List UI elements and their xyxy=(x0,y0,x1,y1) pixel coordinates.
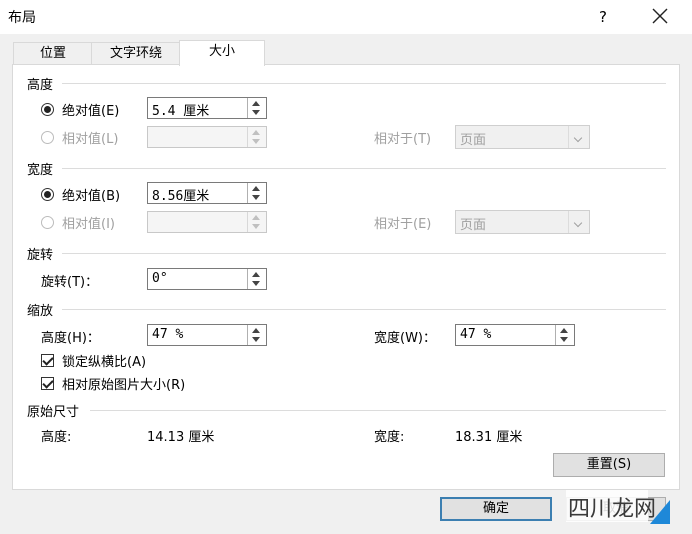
width-absolute-radio[interactable] xyxy=(41,188,54,201)
ok-button[interactable]: 确定 xyxy=(440,497,552,521)
height-relative-spinner[interactable] xyxy=(247,127,266,147)
divider xyxy=(62,83,666,84)
title-bar xyxy=(0,0,692,34)
tab-text-wrapping[interactable]: 文字环绕 xyxy=(91,42,181,65)
scale-section-title: 缩放 xyxy=(27,304,54,319)
height-absolute-input[interactable]: 5.4 厘米 xyxy=(147,97,267,119)
original-width-value: 18.31 厘米 xyxy=(455,430,523,445)
width-relative-radio[interactable] xyxy=(41,216,54,229)
width-relative-to-value: 页面 xyxy=(460,218,487,233)
divider xyxy=(62,253,666,254)
width-relative-spinner[interactable] xyxy=(247,212,266,232)
scale-width-input[interactable]: 47 % xyxy=(455,324,575,346)
dialog-title: 布局 xyxy=(8,10,36,26)
watermark-logo: 四川龙网 xyxy=(566,488,670,524)
down-arrow-icon[interactable] xyxy=(252,337,260,342)
reset-button[interactable]: 重置(S) xyxy=(553,453,665,477)
chevron-down-icon[interactable] xyxy=(568,211,589,233)
down-arrow-icon[interactable] xyxy=(252,139,260,144)
rotation-label: 旋转(T)： xyxy=(41,275,99,290)
up-arrow-icon[interactable] xyxy=(252,130,260,135)
width-relative-input[interactable] xyxy=(147,211,267,233)
width-absolute-value: 8.56厘米 xyxy=(152,189,210,204)
down-arrow-icon[interactable] xyxy=(252,281,260,286)
scale-width-value: 47 % xyxy=(460,327,492,342)
height-section-title: 高度 xyxy=(27,78,54,93)
original-height-value: 14.13 厘米 xyxy=(147,430,215,445)
help-button[interactable]: ? xyxy=(592,6,614,28)
width-section-title: 宽度 xyxy=(27,163,54,178)
rotation-spinner[interactable] xyxy=(247,269,266,289)
scale-width-spinner[interactable] xyxy=(555,325,574,345)
down-arrow-icon[interactable] xyxy=(252,224,260,229)
height-relative-radio[interactable] xyxy=(41,131,54,144)
rotation-value: 0° xyxy=(152,271,168,286)
height-relative-to-value: 页面 xyxy=(460,133,487,148)
chevron-down-icon[interactable] xyxy=(568,126,589,148)
tab-size[interactable]: 大小 xyxy=(179,40,265,66)
width-absolute-spinner[interactable] xyxy=(247,183,266,203)
scale-height-label: 高度(H)： xyxy=(41,331,100,346)
original-width-label: 宽度: xyxy=(374,430,405,445)
scale-height-spinner[interactable] xyxy=(247,325,266,345)
lock-aspect-checkbox[interactable] xyxy=(41,354,54,367)
height-absolute-spinner[interactable] xyxy=(247,98,266,118)
lock-aspect-label[interactable]: 锁定纵横比(A) xyxy=(62,351,146,370)
height-absolute-label: 绝对值(E) xyxy=(62,104,120,119)
width-relative-to-label: 相对于(E) xyxy=(374,217,432,232)
height-relative-label: 相对值(L) xyxy=(62,132,119,147)
down-arrow-icon[interactable] xyxy=(252,110,260,115)
height-relative-to-select[interactable]: 页面 xyxy=(455,125,590,149)
up-arrow-icon[interactable] xyxy=(252,186,260,191)
divider xyxy=(90,410,666,411)
relative-original-label[interactable]: 相对原始图片大小(R) xyxy=(62,374,185,393)
original-size-section-title: 原始尺寸 xyxy=(27,405,80,420)
up-arrow-icon[interactable] xyxy=(252,328,260,333)
height-relative-to-label: 相对于(T) xyxy=(374,132,432,147)
up-arrow-icon[interactable] xyxy=(252,272,260,277)
width-absolute-input[interactable]: 8.56厘米 xyxy=(147,182,267,204)
divider xyxy=(62,168,666,169)
height-absolute-radio[interactable] xyxy=(41,103,54,116)
scale-width-label: 宽度(W)： xyxy=(374,331,436,346)
rotation-input[interactable]: 0° xyxy=(147,268,267,290)
close-button[interactable] xyxy=(648,4,672,28)
height-relative-input[interactable] xyxy=(147,126,267,148)
tab-position[interactable]: 位置 xyxy=(13,42,93,65)
up-arrow-icon[interactable] xyxy=(560,328,568,333)
original-height-label: 高度: xyxy=(41,430,72,445)
up-arrow-icon[interactable] xyxy=(252,101,260,106)
scale-height-input[interactable]: 47 % xyxy=(147,324,267,346)
scale-height-value: 47 % xyxy=(152,327,184,342)
relative-original-checkbox[interactable] xyxy=(41,377,54,390)
height-absolute-value: 5.4 厘米 xyxy=(152,104,210,119)
width-absolute-label: 绝对值(B) xyxy=(62,189,121,204)
down-arrow-icon[interactable] xyxy=(560,337,568,342)
width-relative-to-select[interactable]: 页面 xyxy=(455,210,590,234)
watermark-text: 四川龙网 xyxy=(568,497,656,522)
rotation-section-title: 旋转 xyxy=(27,248,54,263)
down-arrow-icon[interactable] xyxy=(252,195,260,200)
close-icon xyxy=(652,8,668,24)
width-relative-label: 相对值(I) xyxy=(62,217,115,232)
up-arrow-icon[interactable] xyxy=(252,215,260,220)
divider xyxy=(62,309,666,310)
